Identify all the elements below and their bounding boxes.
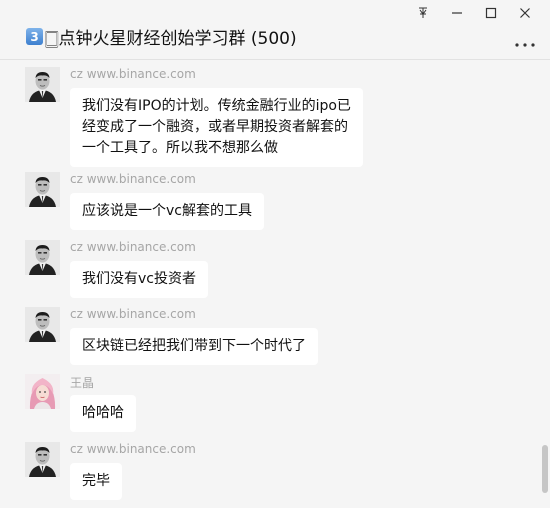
message-line: 我们没有vc投资者 [82, 271, 196, 287]
minimize-icon[interactable] [440, 4, 474, 22]
message-bubble[interactable]: 我们没有vc投资者 [70, 261, 208, 298]
message-line: 应该说是一个vc解套的工具 [82, 203, 252, 219]
avatar[interactable] [25, 67, 60, 102]
sender-name: cz www.binance.com [70, 240, 196, 254]
message-line: 我们没有IPO的计划。传统金融行业的ipo已 [82, 98, 351, 114]
message-line: 区块链已经把我们带到下一个时代了 [82, 338, 306, 354]
sender-name: cz www.binance.com [70, 67, 196, 81]
avatar[interactable] [25, 307, 60, 342]
message-line: 一个工具了。所以我不想那么做 [82, 140, 278, 156]
close-icon[interactable] [508, 4, 542, 22]
sender-name: cz www.binance.com [70, 442, 196, 456]
avatar[interactable] [25, 240, 60, 275]
message-bubble[interactable]: 完毕 [70, 463, 122, 500]
maximize-icon[interactable] [474, 4, 508, 22]
window-controls [406, 4, 542, 22]
message-bubble[interactable]: 区块链已经把我们带到下一个时代了 [70, 328, 318, 365]
pin-icon[interactable] [406, 4, 440, 22]
message-list[interactable]: cz www.binance.com 我们没有IPO的计划。传统金融行业的ipo… [0, 61, 540, 508]
scrollbar-thumb[interactable] [542, 445, 548, 493]
avatar[interactable] [25, 442, 60, 477]
more-icon[interactable] [514, 32, 536, 53]
sender-name: cz www.binance.com [70, 307, 196, 321]
chat-title: 🀆点钟火星财经创始学习群 (500) [45, 29, 297, 49]
sender-name: 王晶 [70, 376, 95, 390]
message-bubble[interactable]: 应该说是一个vc解套的工具 [70, 193, 264, 230]
avatar[interactable] [25, 374, 60, 409]
scrollbar[interactable] [540, 61, 548, 508]
sender-name: cz www.binance.com [70, 172, 196, 186]
message-line: 哈哈哈 [82, 405, 124, 421]
message-bubble[interactable]: 我们没有IPO的计划。传统金融行业的ipo已 经变成了一个融资，或者早期投资者解… [70, 88, 363, 167]
title-bar: 3 🀆点钟火星财经创始学习群 (500) [0, 0, 550, 60]
message-bubble[interactable]: 哈哈哈 [70, 395, 136, 432]
chat-title-area: 3 🀆点钟火星财经创始学习群 (500) [26, 24, 297, 49]
number-badge-icon: 3 [26, 28, 43, 45]
message-line: 经变成了一个融资，或者早期投资者解套的 [82, 119, 348, 135]
message-line: 完毕 [82, 473, 110, 489]
avatar[interactable] [25, 172, 60, 207]
